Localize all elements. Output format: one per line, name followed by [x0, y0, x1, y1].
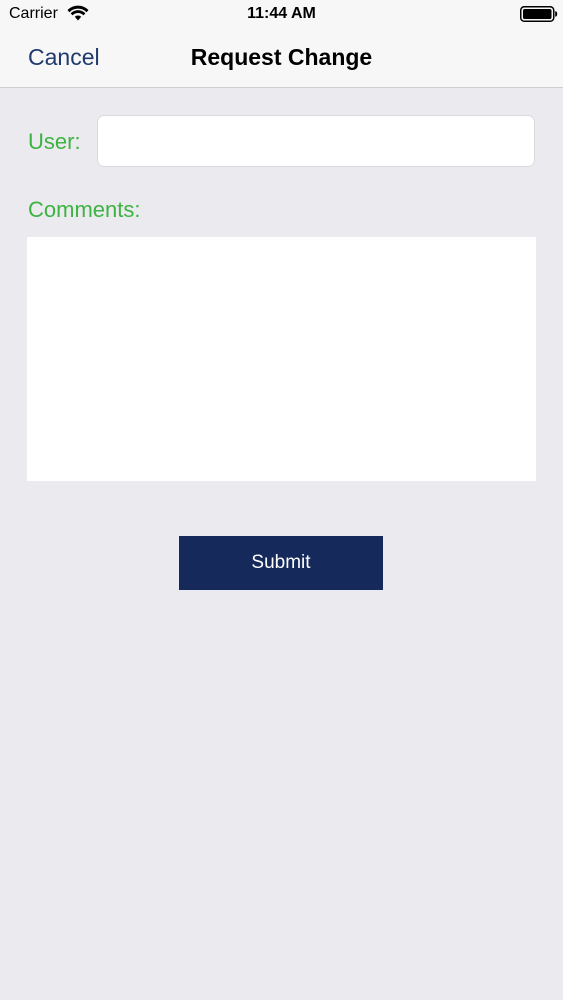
- user-label: User:: [28, 129, 81, 154]
- status-bar: Carrier 11:44 AM: [0, 0, 563, 28]
- navigation-bar: Cancel Request Change: [0, 28, 563, 88]
- page-title: Request Change: [190, 44, 373, 70]
- comments-textarea[interactable]: [27, 237, 536, 481]
- user-input[interactable]: [97, 115, 535, 167]
- submit-button[interactable]: Submit: [179, 536, 383, 590]
- battery-icon: [520, 6, 558, 22]
- comments-label: Comments:: [28, 197, 141, 222]
- status-time: 11:44 AM: [247, 5, 316, 22]
